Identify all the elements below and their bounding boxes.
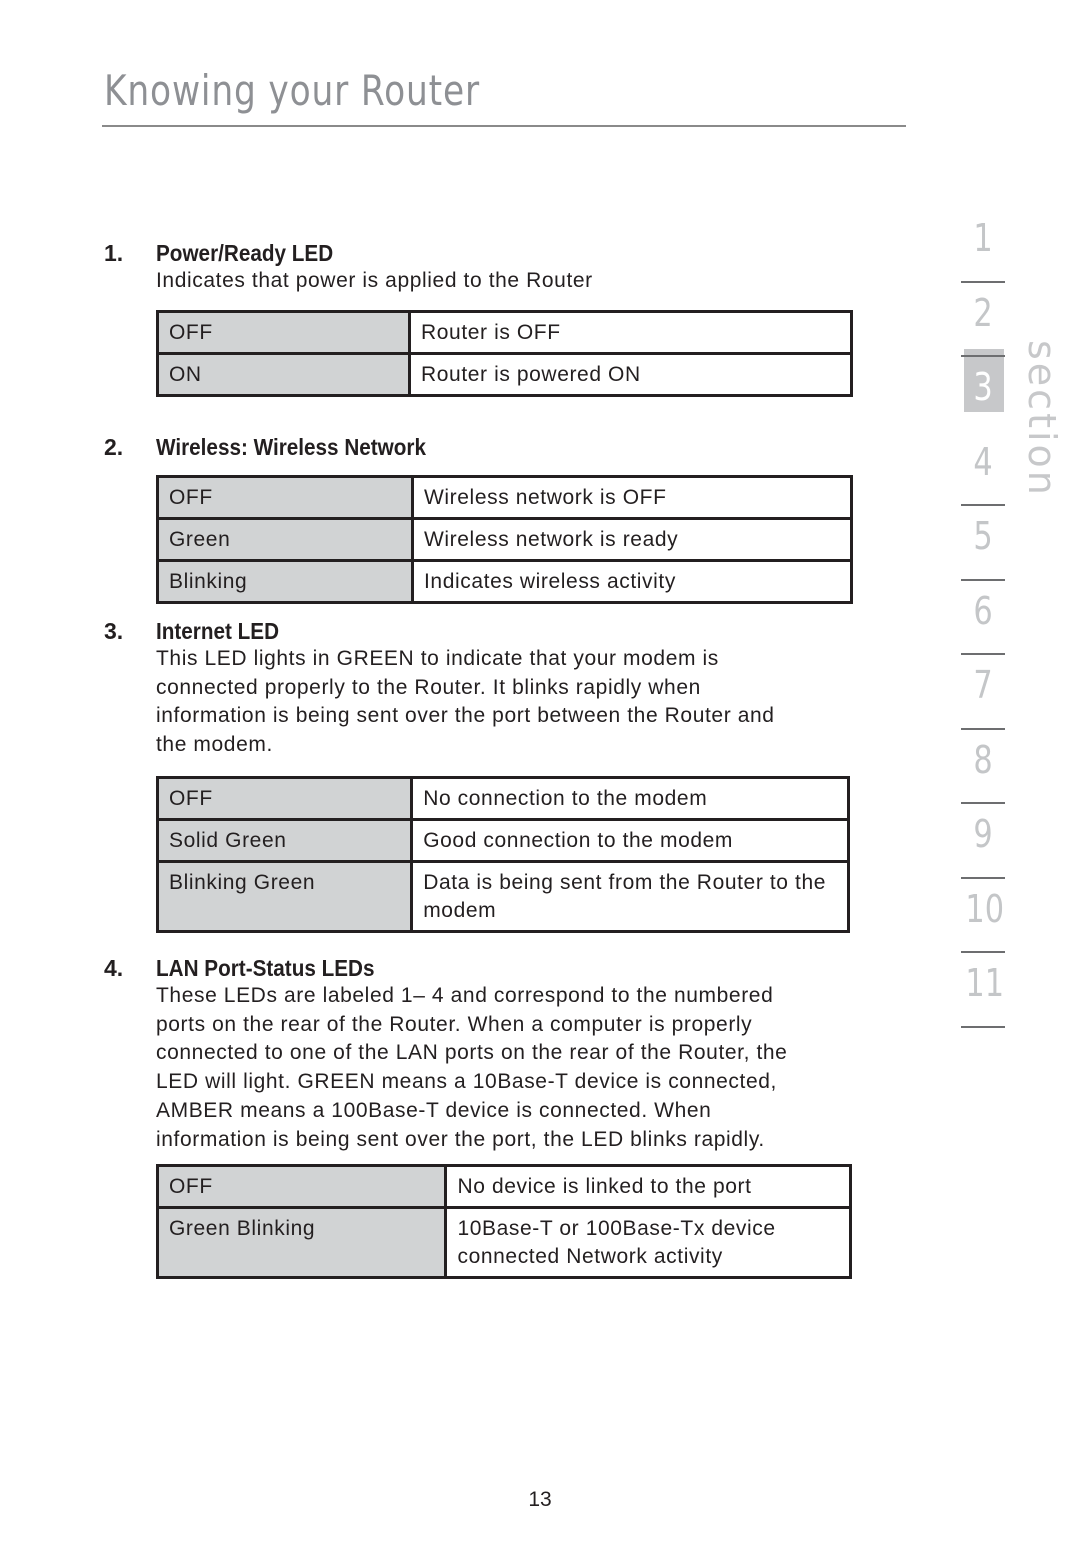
- description-line: LED will light. GREEN means a 10Base-T d…: [156, 1070, 777, 1094]
- description-line: connected properly to the Router. It bli…: [156, 675, 701, 699]
- table-row: Blinking Indicates wireless activity: [156, 559, 853, 604]
- description-line: AMBER means a 100Base-T device is connec…: [156, 1098, 712, 1122]
- table-row: OFF No device is linked to the port: [155, 1164, 852, 1210]
- led-status-table: OFF Router is OFF ON Router is powered O…: [156, 309, 853, 397]
- table-row: Solid Green Good connection to the modem: [155, 817, 850, 863]
- section-tab-number: 4: [973, 439, 993, 484]
- section-tab-2[interactable]: 2: [961, 283, 1005, 357]
- section-power-ready-led: 1. Power/Ready LED Indicates that power …: [104, 240, 853, 397]
- led-state: OFF: [156, 309, 411, 355]
- section-title: Internet LED: [156, 618, 280, 644]
- led-status-table: OFF Wireless network is OFF Green Wirele…: [156, 475, 853, 604]
- section-tab-10[interactable]: 10: [961, 879, 1005, 953]
- section-title: Power/Ready LED: [156, 240, 334, 266]
- page-number: 13: [528, 1488, 552, 1511]
- section-lan-port-status-leds: 4. LAN Port-Status LEDs These LEDs are l…: [104, 955, 852, 1280]
- section-tab-number: 3: [973, 365, 993, 409]
- section-heading: 3. Internet LED: [104, 618, 850, 645]
- section-tab-9[interactable]: 9: [961, 804, 1005, 879]
- section-tab-8[interactable]: 8: [961, 730, 1005, 804]
- section-tab-11[interactable]: 11: [961, 953, 1005, 1028]
- section-tab-number: 5: [973, 514, 993, 558]
- description-line: ports on the rear of the Router. When a …: [156, 1012, 753, 1036]
- section-title: LAN Port-Status LEDs: [156, 955, 375, 981]
- led-state: Blinking: [156, 559, 414, 604]
- section-tab-number: 11: [965, 961, 1005, 1005]
- section-description: Indicates that power is applied to the R…: [156, 267, 853, 296]
- led-status-table: OFF No connection to the modem Solid Gre…: [155, 775, 850, 933]
- description-line: This LED lights in GREEN to indicate tha…: [156, 647, 719, 670]
- section-tab-number: 9: [973, 812, 993, 856]
- led-state: ON: [156, 351, 411, 397]
- led-state: OFF: [155, 1164, 448, 1210]
- section-tab-number: 8: [973, 737, 993, 782]
- description-line: These LEDs are labeled 1– 4 and correspo…: [156, 984, 774, 1007]
- section-description: This LED lights in GREEN to indicate tha…: [156, 645, 850, 760]
- table-row: OFF Router is OFF: [156, 309, 853, 355]
- table-row: Green Blinking 10Base-T or 100Base-Tx de…: [155, 1206, 852, 1280]
- table-row: Blinking Green Data is being sent from t…: [155, 859, 850, 933]
- led-meaning: Data is being sent from the Router to th…: [410, 859, 850, 933]
- section-tab-5[interactable]: 5: [961, 506, 1005, 581]
- section-number: 2.: [104, 434, 124, 460]
- section-tab-number: 2: [973, 290, 993, 335]
- description-line: Indicates that power is applied to the R…: [156, 269, 593, 292]
- section-tab-6[interactable]: 6: [961, 581, 1005, 655]
- led-status-table: OFF No device is linked to the port Gree…: [155, 1164, 852, 1280]
- section-tab-number: 7: [973, 663, 993, 707]
- led-meaning: No connection to the modem: [410, 775, 850, 821]
- led-meaning: Wireless network is OFF: [411, 475, 853, 520]
- title-divider: [102, 125, 906, 127]
- section-number: 3.: [104, 618, 124, 644]
- table-row: OFF No connection to the modem: [155, 775, 850, 821]
- section-number: 4.: [104, 955, 124, 981]
- section-heading: 4. LAN Port-Status LEDs: [104, 955, 852, 982]
- led-meaning: Indicates wireless activity: [411, 559, 853, 604]
- table-row: OFF Wireless network is OFF: [156, 475, 853, 520]
- section-title: Wireless: Wireless Network: [156, 434, 426, 460]
- tab-divider: [961, 1025, 1005, 1028]
- description-line: information is being sent over the port …: [156, 704, 775, 728]
- table-row: Green Wireless network is ready: [156, 517, 853, 562]
- section-wireless-network: 2. Wireless: Wireless Network OFF Wirele…: [104, 434, 853, 604]
- led-state: Green: [156, 517, 414, 562]
- led-state: OFF: [155, 775, 414, 821]
- led-meaning: Wireless network is ready: [411, 517, 853, 562]
- description-line: information is being sent over the port,…: [156, 1127, 765, 1151]
- description-line: the modem.: [156, 733, 273, 757]
- led-meaning: Router is powered ON: [408, 351, 853, 397]
- section-internet-led: 3. Internet LED This LED lights in GREEN…: [104, 618, 850, 933]
- section-heading: 1. Power/Ready LED: [104, 240, 853, 267]
- led-meaning: Good connection to the modem: [410, 817, 850, 863]
- section-nav: 1 2 3 4 5 6 7 8 9 10 11: [961, 208, 1005, 1028]
- section-heading: 2. Wireless: Wireless Network: [104, 434, 853, 461]
- led-state: Solid Green: [155, 817, 414, 863]
- section-tab-number: 1: [973, 216, 993, 260]
- table-row: ON Router is powered ON: [156, 351, 853, 397]
- section-tab-number: 6: [973, 588, 993, 633]
- led-state: Green Blinking: [155, 1206, 448, 1280]
- led-state: OFF: [156, 475, 414, 520]
- section-label: section: [1020, 340, 1064, 498]
- led-meaning: No device is linked to the port: [444, 1164, 852, 1210]
- led-meaning: 10Base-T or 100Base-Tx device connected …: [444, 1206, 852, 1280]
- section-tab-3-active[interactable]: 3: [961, 357, 1005, 432]
- led-meaning: Router is OFF: [408, 309, 853, 355]
- section-tab-number: 10: [965, 886, 1005, 931]
- description-line: connected to one of the LAN ports on the…: [156, 1041, 788, 1065]
- section-tab-7[interactable]: 7: [961, 655, 1005, 730]
- section-description: These LEDs are labeled 1– 4 and correspo…: [156, 982, 852, 1154]
- section-tab-1[interactable]: 1: [961, 208, 1005, 283]
- led-state: Blinking Green: [155, 859, 414, 933]
- page-title: Knowing your Router: [104, 66, 480, 115]
- section-tab-4[interactable]: 4: [961, 432, 1005, 506]
- section-number: 1.: [104, 240, 124, 266]
